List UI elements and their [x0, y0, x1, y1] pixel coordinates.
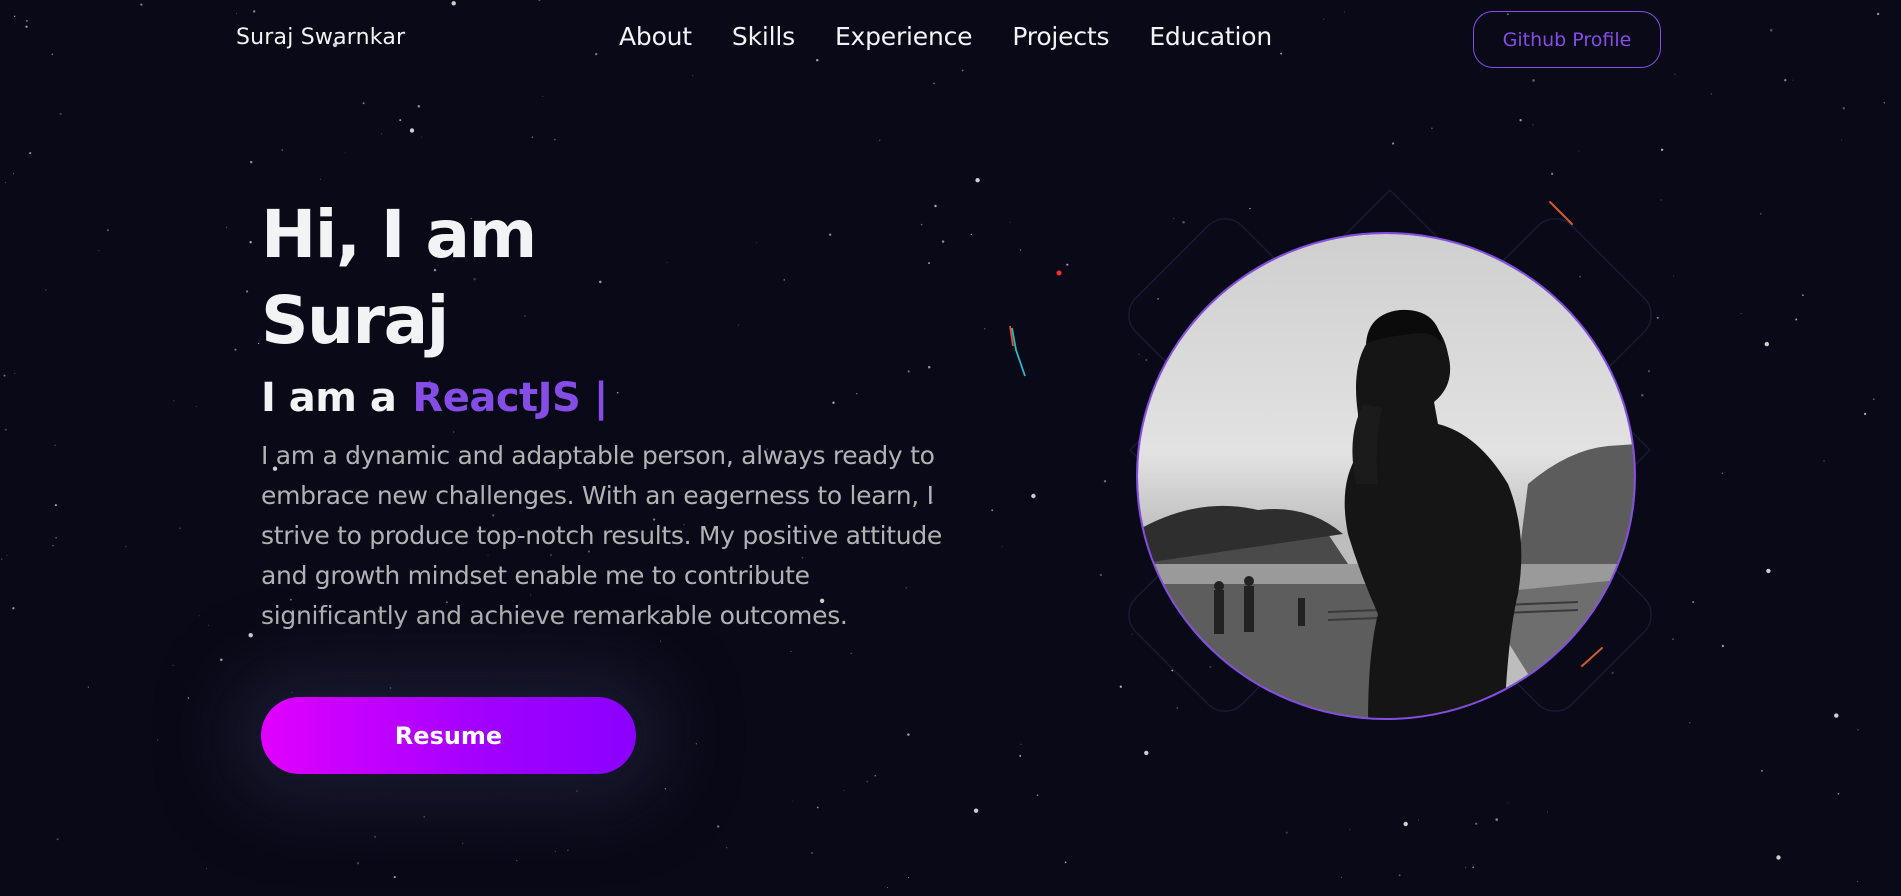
resume-button[interactable]: Resume — [261, 697, 636, 774]
nav-link-education[interactable]: Education — [1149, 22, 1272, 51]
hero-title-line1: Hi, I am — [261, 196, 537, 273]
nav-link-experience[interactable]: Experience — [835, 22, 973, 51]
typewriter-role: ReactJS | — [412, 375, 608, 421]
hero-title-line2: Suraj — [261, 282, 449, 359]
portfolio-page: Suraj Swarnkar About Skills Experience P… — [0, 0, 1901, 896]
brand-logo[interactable]: Suraj Swarnkar — [236, 25, 405, 50]
profile-photo-image — [1138, 234, 1634, 718]
github-profile-button[interactable]: Github Profile — [1473, 11, 1661, 68]
role-prefix: I am a — [261, 375, 397, 421]
hero-title: Hi, I am Suraj — [261, 192, 961, 364]
nav-link-skills[interactable]: Skills — [732, 22, 795, 51]
nav-links: About Skills Experience Projects Educati… — [619, 22, 1272, 51]
profile-photo — [1136, 232, 1636, 720]
role-line: I am a ReactJS | — [261, 368, 961, 428]
top-navbar: Suraj Swarnkar About Skills Experience P… — [0, 0, 1901, 78]
nav-link-projects[interactable]: Projects — [1012, 22, 1109, 51]
hero-text: Hi, I am Suraj I am a ReactJS | I am a d… — [261, 192, 961, 636]
hero-description: I am a dynamic and adaptable person, alw… — [261, 441, 942, 630]
nav-link-about[interactable]: About — [619, 22, 692, 51]
